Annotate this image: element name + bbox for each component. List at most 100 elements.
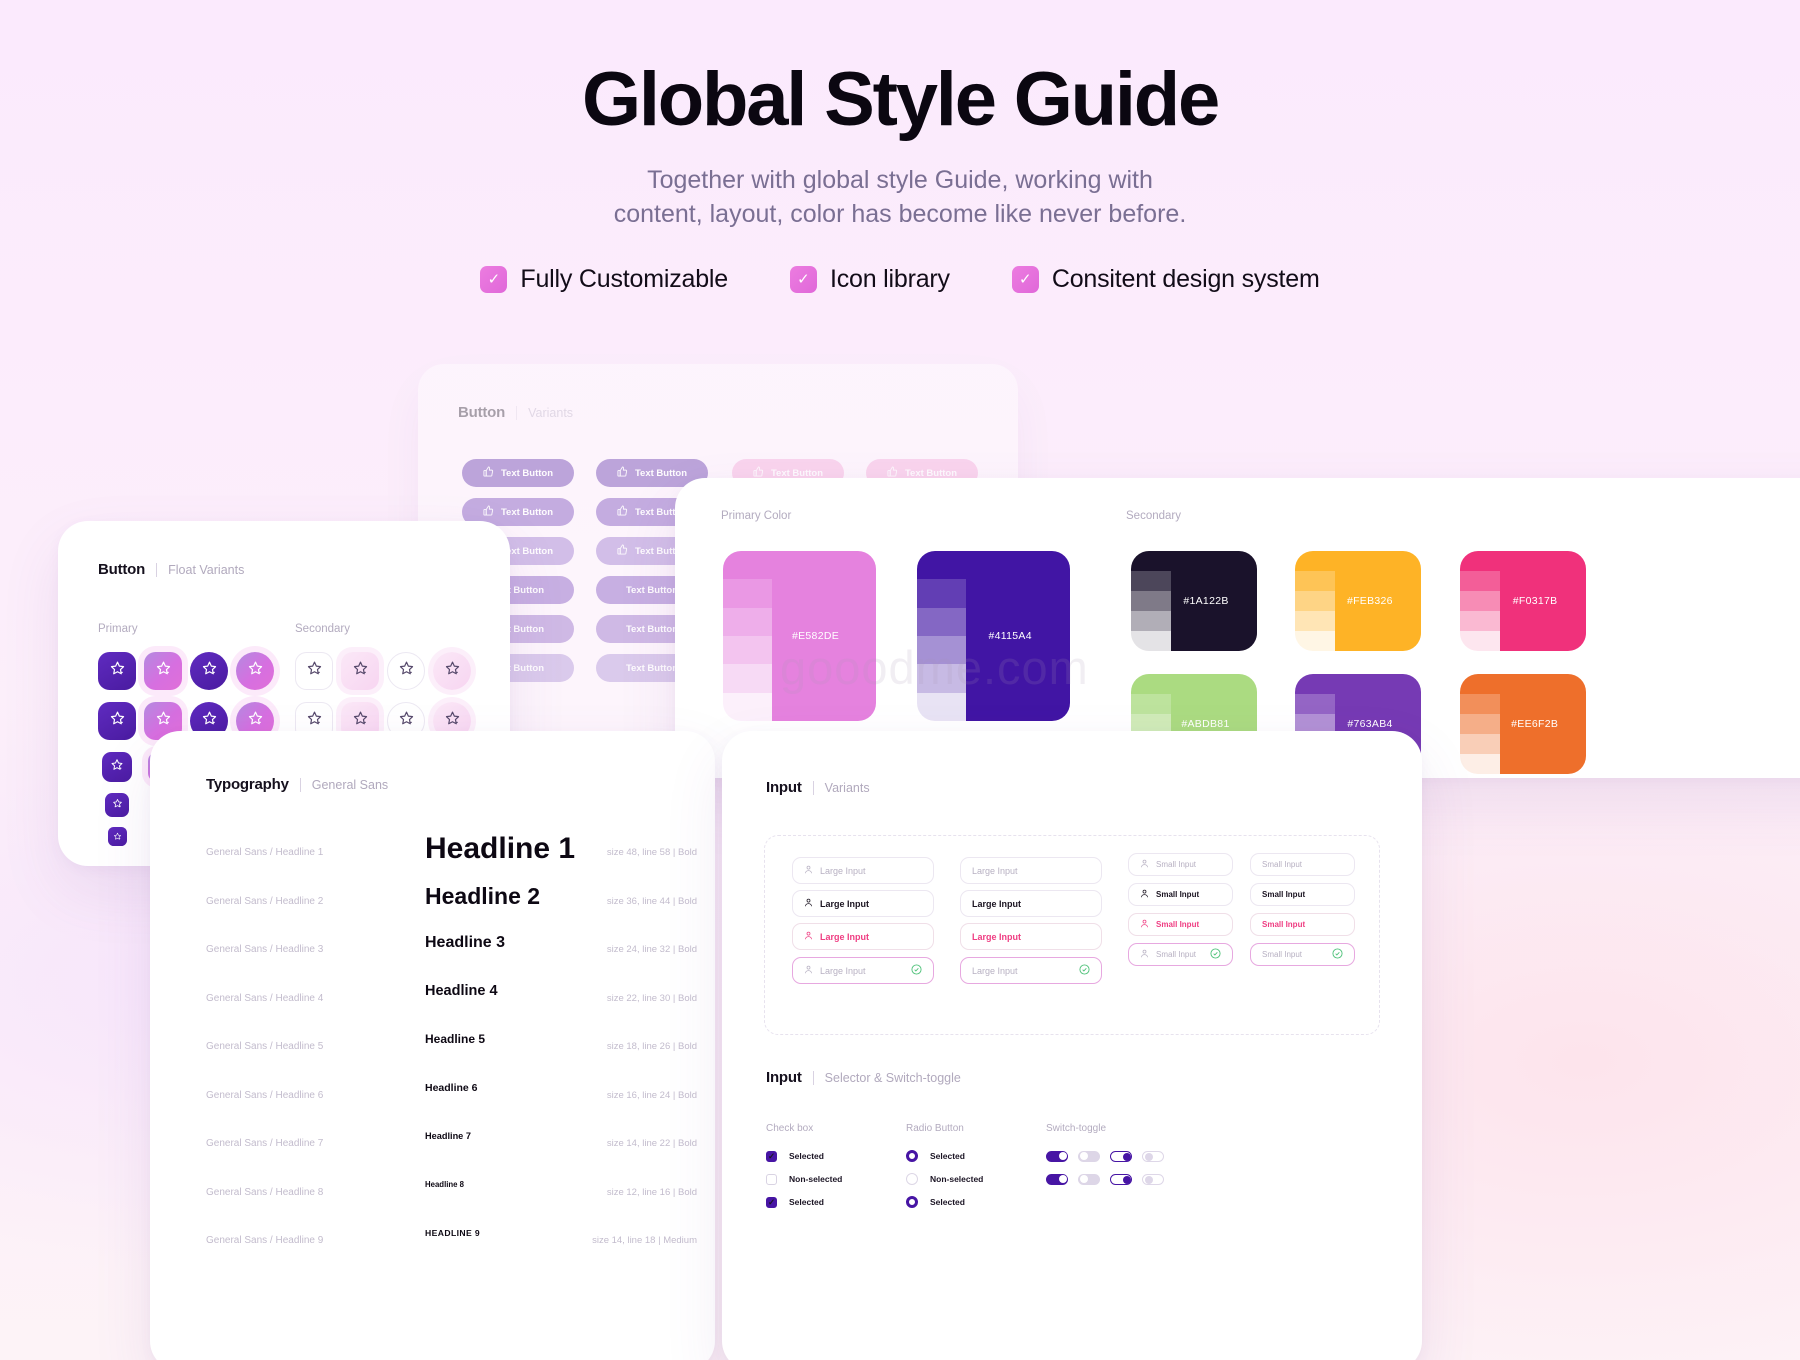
large-input-field[interactable]: Large Input	[960, 857, 1102, 884]
small-input-field[interactable]: Small Input	[1250, 913, 1355, 936]
small-input-field[interactable]: Small Input	[1128, 883, 1233, 906]
thumbs-up-icon	[617, 505, 628, 519]
feature-item-icon-library[interactable]: ✓ Icon library	[789, 265, 950, 294]
float-icon-button[interactable]	[387, 652, 425, 690]
large-input-field[interactable]: Large Input	[960, 957, 1102, 984]
valid-check-icon	[1079, 964, 1090, 977]
input-card: Input Variants Large Input Large Input Lar…	[722, 731, 1422, 1360]
magic-wand-icon	[110, 758, 124, 777]
radio-checked-icon[interactable]	[906, 1150, 918, 1162]
radio-row[interactable]: Selected	[906, 1196, 983, 1208]
large-input-field[interactable]: Large Input	[960, 890, 1102, 917]
radio-checked-icon[interactable]	[906, 1196, 918, 1208]
float-icon-button[interactable]	[236, 652, 274, 690]
switch-toggle[interactable]	[1110, 1150, 1132, 1162]
user-icon	[804, 931, 813, 942]
switch-toggle[interactable]	[1110, 1173, 1132, 1185]
input-value: Small Input	[1156, 950, 1197, 959]
checkbox-row[interactable]: ✓ Selected	[766, 1150, 842, 1162]
color-swatch[interactable]: #1A122B	[1131, 551, 1257, 651]
switch-toggle[interactable]	[1142, 1173, 1164, 1185]
float-icon-button[interactable]	[98, 652, 136, 690]
user-icon	[1140, 919, 1149, 930]
text-button-label: Text Button	[500, 467, 554, 479]
switch-toggle[interactable]	[1078, 1150, 1100, 1162]
large-input-field[interactable]: Large Input	[960, 923, 1102, 950]
radio-label: Non-selected	[930, 1174, 984, 1184]
float-icon-button[interactable]	[190, 652, 228, 690]
feature-item-customizable[interactable]: ✓ Fully Customizable	[480, 265, 728, 294]
typography-sample: HEADLINE 9	[425, 1227, 481, 1238]
float-icon-button[interactable]	[102, 752, 132, 782]
small-input-field[interactable]: Small Input	[1128, 853, 1233, 876]
small-input-field[interactable]: Small Input	[1250, 943, 1355, 966]
switch-toggle[interactable]	[1078, 1173, 1100, 1185]
user-icon	[1140, 889, 1149, 900]
card-subtitle: General Sans	[311, 777, 389, 792]
radio-unchecked-icon[interactable]	[906, 1173, 918, 1185]
typography-card: Typography General Sans General Sans / H…	[150, 731, 715, 1360]
float-icon-button[interactable]	[105, 793, 129, 817]
magic-wand-icon	[201, 710, 218, 732]
typography-sample: Headline 5	[425, 1032, 486, 1047]
large-input-field[interactable]: Large Input	[792, 857, 934, 884]
radio-group: Radio Button Selected Non-selected Selecte…	[906, 1123, 983, 1219]
card-subtitle: Variants	[528, 405, 574, 420]
float-icon-button[interactable]	[144, 652, 182, 690]
radio-row[interactable]: Non-selected	[906, 1173, 983, 1185]
magic-wand-icon	[155, 660, 172, 682]
radio-items: Selected Non-selected Selected	[906, 1150, 983, 1208]
input-value: Small Input	[1262, 890, 1306, 899]
magic-wand-icon	[201, 660, 218, 682]
color-swatch[interactable]: #F0317B	[1460, 551, 1586, 651]
large-input-field[interactable]: Large Input	[792, 890, 934, 917]
magic-wand-icon	[112, 796, 123, 814]
radio-label: Selected	[930, 1151, 965, 1161]
color-swatch[interactable]: #FEB326	[1295, 551, 1421, 651]
large-input-field[interactable]: Large Input	[792, 957, 934, 984]
float-icon-button[interactable]	[341, 652, 379, 690]
text-button-label: Text Button	[770, 467, 824, 479]
color-ramp	[1460, 551, 1501, 651]
typography-sample: Headline 7	[425, 1130, 471, 1141]
switch-toggle[interactable]	[1142, 1150, 1164, 1162]
magic-wand-icon	[398, 660, 415, 682]
float-icon-button[interactable]	[433, 652, 471, 690]
card-title: Input	[766, 779, 802, 796]
color-hex-label: #FEB326	[1346, 595, 1393, 607]
color-swatch[interactable]: #EE6F2B	[1460, 674, 1586, 774]
small-input-field[interactable]: Small Input	[1250, 853, 1355, 876]
radio-row[interactable]: Selected	[906, 1150, 983, 1162]
small-input-field[interactable]: Small Input	[1128, 913, 1233, 936]
feature-label: Fully Customizable	[520, 265, 728, 293]
color-swatch[interactable]: #4115A4	[917, 551, 1070, 721]
thumbs-up-icon	[483, 466, 494, 480]
checkbox-row[interactable]: ✓ Selected	[766, 1196, 842, 1208]
toggle-items	[1046, 1150, 1164, 1185]
switch-toggle[interactable]	[1046, 1150, 1068, 1162]
switch-toggle[interactable]	[1046, 1173, 1068, 1185]
feature-item-design-system[interactable]: ✓ Consitent design system	[1011, 265, 1320, 294]
small-input-field[interactable]: Small Input	[1128, 943, 1233, 966]
checkbox-unchecked-icon[interactable]	[766, 1173, 777, 1185]
card-header: Button Variants	[458, 404, 573, 421]
checkbox-checked-icon[interactable]: ✓	[766, 1150, 777, 1162]
color-hex-label: #1A122B	[1183, 595, 1229, 607]
checkbox-checked-icon[interactable]: ✓	[766, 1196, 777, 1208]
typography-row-name: General Sans / Headline 3	[206, 944, 324, 955]
text-button[interactable]: Text Button	[462, 459, 574, 487]
color-hex-label: #EE6F2B	[1511, 718, 1559, 730]
float-icon-button[interactable]	[98, 702, 136, 740]
card-header: Button Float Variants	[98, 561, 244, 578]
text-button-label: Text Button	[625, 623, 679, 635]
color-hex-label: #763AB4	[1347, 718, 1393, 730]
thumbs-up-icon	[617, 544, 628, 558]
input-value: Large Input	[820, 965, 866, 976]
valid-check-icon	[1210, 948, 1221, 961]
float-icon-button[interactable]	[295, 652, 333, 690]
color-swatch[interactable]: #E582DE	[723, 551, 876, 721]
large-input-field[interactable]: Large Input	[792, 923, 934, 950]
checkbox-row[interactable]: Non-selected	[766, 1173, 842, 1185]
small-input-field[interactable]: Small Input	[1250, 883, 1355, 906]
float-icon-button[interactable]	[107, 827, 127, 846]
